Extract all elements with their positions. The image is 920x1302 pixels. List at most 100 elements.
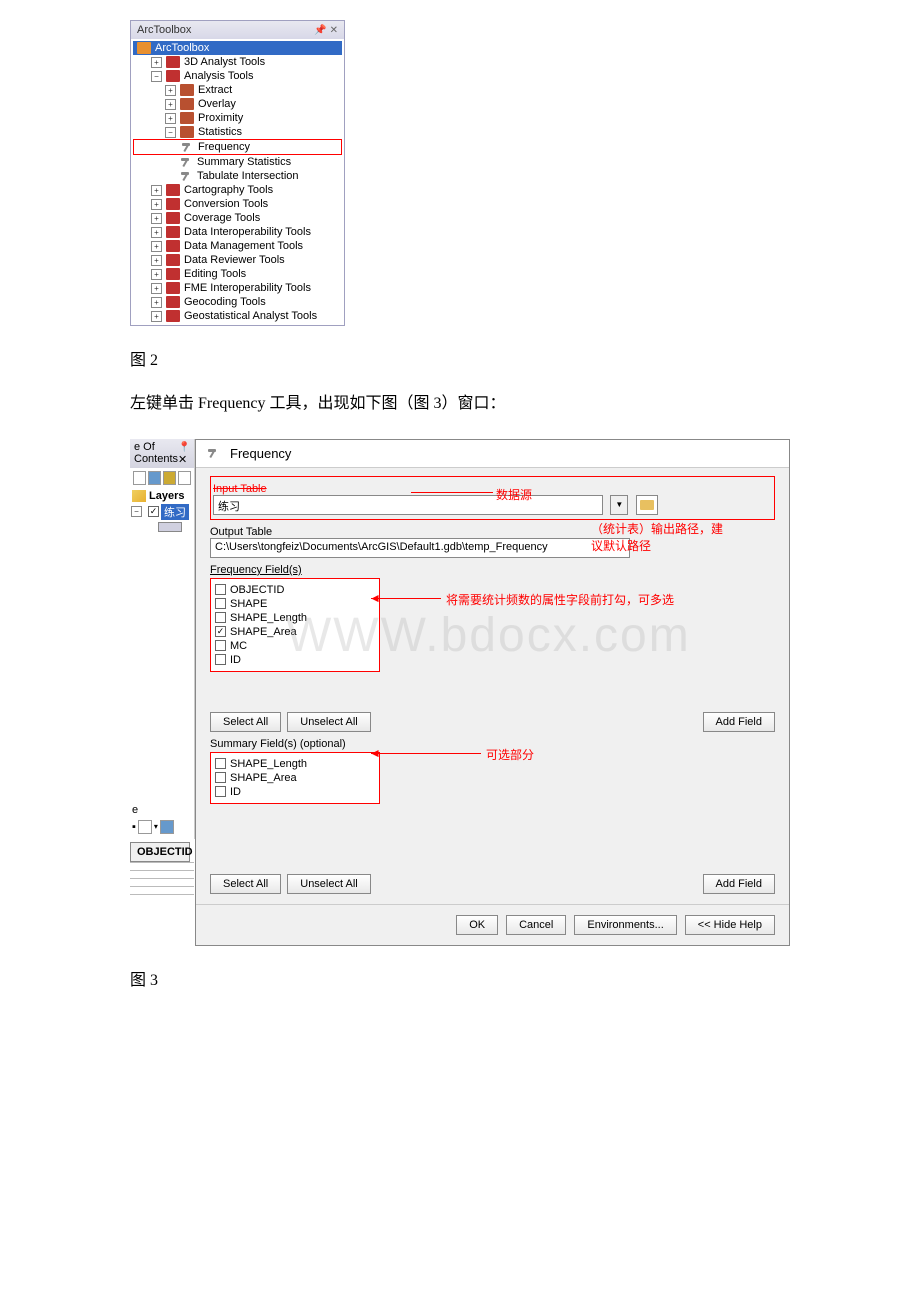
tree-item-proximity[interactable]: +Proximity [133, 111, 342, 125]
tree-item-summary-stats[interactable]: Summary Statistics [133, 155, 342, 169]
tree-item-reviewer[interactable]: +Data Reviewer Tools [133, 253, 342, 267]
field-checkbox[interactable] [215, 584, 226, 595]
input-table-dropdown[interactable]: 练习 [213, 495, 603, 515]
expand-icon[interactable]: + [151, 297, 162, 308]
tree-item-extract[interactable]: + Extract [133, 83, 342, 97]
field-checkbox[interactable] [215, 772, 226, 783]
tree-item-overlay[interactable]: +Overlay [133, 97, 342, 111]
cancel-button[interactable]: Cancel [506, 915, 566, 935]
expand-icon[interactable]: + [151, 57, 162, 68]
field-row-shape[interactable]: SHAPE [215, 597, 375, 611]
tree-item-geostat[interactable]: +Geostatistical Analyst Tools [133, 309, 342, 323]
expand-icon[interactable]: + [151, 199, 162, 210]
tree-item-editing[interactable]: + Editing Tools [133, 267, 342, 281]
field-checkbox[interactable] [215, 758, 226, 769]
arctoolbox-header: ArcToolbox 📌 ✕ [131, 21, 344, 39]
tree-label: Summary Statistics [197, 156, 291, 168]
field-checkbox[interactable] [215, 612, 226, 623]
layer-item[interactable]: − 练习 [130, 504, 194, 520]
close-icon[interactable]: ✕ [178, 454, 187, 466]
arctoolbox-panel: ArcToolbox 📌 ✕ ArcToolbox +3D Analyst To… [130, 20, 345, 326]
pin-icon[interactable]: 📌 [314, 25, 326, 36]
tool-icon [179, 156, 193, 168]
summary-row-shape-area[interactable]: SHAPE_Area [215, 771, 375, 785]
tree-item-geocoding[interactable]: +Geocoding Tools [133, 295, 342, 309]
tree-item-cartography[interactable]: +Cartography Tools [133, 183, 342, 197]
expand-icon[interactable]: + [151, 241, 162, 252]
field-label: MC [230, 640, 247, 652]
tree-item-coverage[interactable]: +Coverage Tools [133, 211, 342, 225]
field-checkbox[interactable] [215, 626, 226, 637]
dropdown-arrow-icon[interactable]: ▼ [610, 495, 628, 515]
toc-header: e Of Contents 📍 ✕ [130, 439, 194, 468]
tree-item-interop[interactable]: +Data Interoperability Tools [133, 225, 342, 239]
collapse-icon[interactable]: − [151, 71, 162, 82]
select-all-button[interactable]: Select All [210, 874, 281, 894]
field-row-shape-area[interactable]: SHAPE_Area [215, 625, 375, 639]
field-checkbox[interactable] [215, 640, 226, 651]
tree-item-fme[interactable]: +FME Interoperability Tools [133, 281, 342, 295]
unselect-all-button[interactable]: Unselect All [287, 712, 370, 732]
expand-icon[interactable]: + [151, 213, 162, 224]
toolbox-folder-icon [166, 70, 180, 82]
layers-root[interactable]: Layers [130, 488, 194, 504]
expand-icon[interactable]: + [151, 269, 162, 280]
tree-item-statistics[interactable]: −Statistics [133, 125, 342, 139]
close-icon[interactable]: ✕ [330, 25, 338, 36]
field-row-objectid[interactable]: OBJECTID [215, 583, 375, 597]
summary-row-id[interactable]: ID [215, 785, 375, 799]
unselect-all-button[interactable]: Unselect All [287, 874, 370, 894]
tool-icon[interactable] [160, 820, 174, 834]
list-by-visibility-icon[interactable] [163, 471, 176, 485]
list-by-drawing-icon[interactable] [133, 471, 146, 485]
frequency-fields-label: Frequency Field(s) [210, 564, 775, 576]
expand-icon[interactable]: + [151, 255, 162, 266]
add-field-button[interactable]: Add Field [703, 712, 775, 732]
hide-help-button[interactable]: << Hide Help [685, 915, 775, 935]
dropdown-icon[interactable]: ▾ [154, 822, 158, 831]
tree-item-analysis[interactable]: −Analysis Tools [133, 69, 342, 83]
list-by-source-icon[interactable] [148, 471, 161, 485]
tree-label: Extract [198, 84, 232, 96]
browse-button[interactable] [636, 495, 658, 515]
environments-button[interactable]: Environments... [574, 915, 676, 935]
pin-icon[interactable]: 📍 [178, 442, 190, 453]
expand-icon[interactable]: + [151, 283, 162, 294]
field-row-shape-length[interactable]: SHAPE_Length [215, 611, 375, 625]
field-checkbox[interactable] [215, 786, 226, 797]
tree-label: Editing Tools [184, 268, 246, 280]
tree-item-tabulate[interactable]: Tabulate Intersection [133, 169, 342, 183]
add-field-button[interactable]: Add Field [703, 874, 775, 894]
tree-item-3d-analyst[interactable]: +3D Analyst Tools [133, 55, 342, 69]
field-label: SHAPE_Area [230, 626, 297, 638]
select-all-button[interactable]: Select All [210, 712, 281, 732]
expand-icon[interactable]: + [165, 99, 176, 110]
dialog-title: Frequency [230, 446, 291, 461]
expand-icon[interactable]: + [165, 85, 176, 96]
dialog-body: WWW.bdocx.com Input Table 练习 ▼ 数据源 Outpu… [196, 467, 789, 904]
field-row-id[interactable]: ID [215, 653, 375, 667]
output-table-field[interactable]: C:\Users\tongfeiz\Documents\ArcGIS\Defau… [210, 538, 630, 558]
expand-icon[interactable]: + [165, 113, 176, 124]
layer-name: 练习 [161, 504, 189, 520]
expand-icon[interactable]: + [151, 311, 162, 322]
collapse-icon[interactable]: − [165, 127, 176, 138]
field-checkbox[interactable] [215, 654, 226, 665]
tool-icon[interactable] [138, 820, 152, 834]
toolbox-folder-icon [166, 56, 180, 68]
ok-button[interactable]: OK [456, 915, 498, 935]
layer-visibility-checkbox[interactable] [148, 506, 159, 517]
tree-item-conversion[interactable]: +Conversion Tools [133, 197, 342, 211]
toolbox-folder-icon [166, 268, 180, 280]
tree-root[interactable]: ArcToolbox [133, 41, 342, 55]
field-checkbox[interactable] [215, 598, 226, 609]
expand-icon[interactable]: + [151, 227, 162, 238]
list-by-selection-icon[interactable] [178, 471, 191, 485]
layer-symbol [158, 522, 182, 532]
tree-item-datamgmt[interactable]: +Data Management Tools [133, 239, 342, 253]
expand-icon[interactable]: + [151, 185, 162, 196]
field-row-mc[interactable]: MC [215, 639, 375, 653]
collapse-icon[interactable]: − [131, 506, 142, 517]
tree-item-frequency[interactable]: Frequency [133, 139, 342, 155]
summary-row-shape-length[interactable]: SHAPE_Length [215, 757, 375, 771]
